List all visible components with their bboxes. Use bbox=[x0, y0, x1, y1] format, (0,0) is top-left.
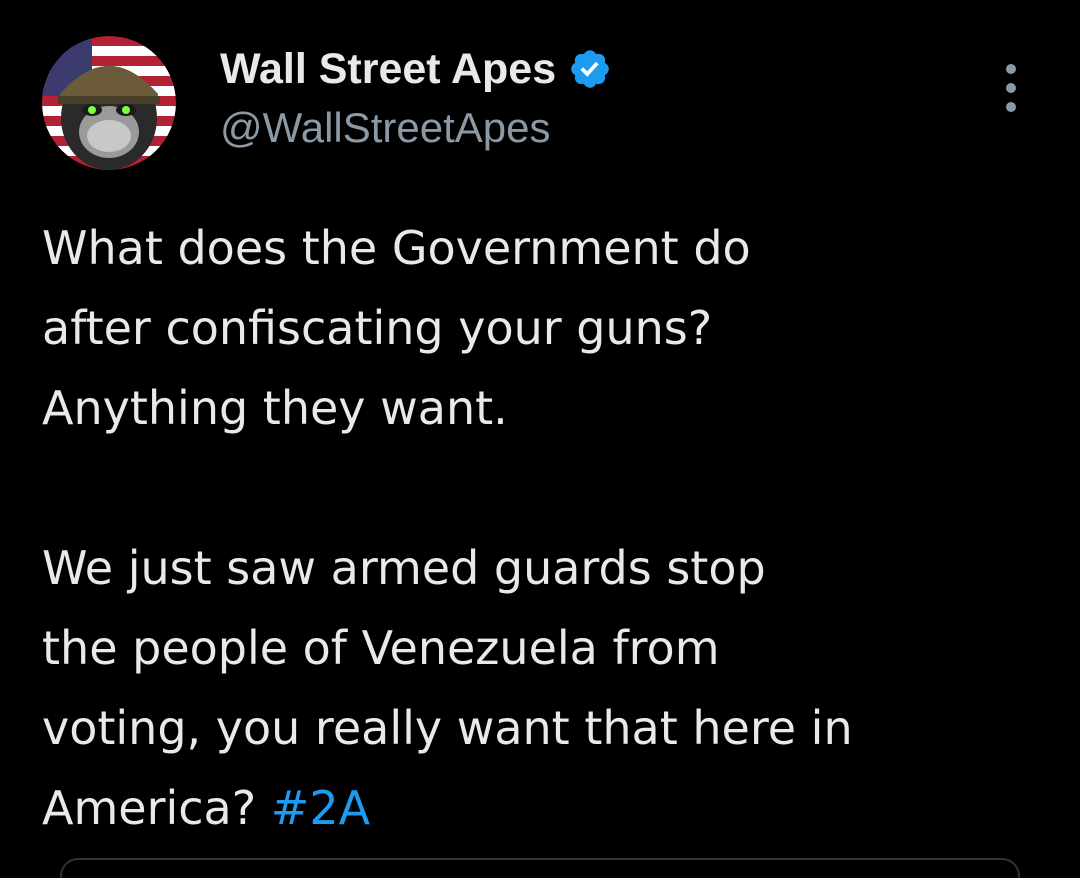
tweet-line: What does the Government do bbox=[42, 221, 751, 275]
more-dot bbox=[1006, 64, 1016, 74]
tweet-last-line: America? #2A bbox=[42, 768, 1052, 848]
tweet-text: What does the Government do after confis… bbox=[42, 208, 1052, 848]
more-options-icon[interactable] bbox=[996, 64, 1026, 112]
more-dot bbox=[1006, 83, 1016, 93]
hashtag-link[interactable]: #2A bbox=[271, 781, 370, 835]
user-handle[interactable]: @WallStreetApes bbox=[220, 104, 551, 152]
tweet-line: voting, you really want that here in bbox=[42, 701, 853, 755]
more-dot bbox=[1006, 102, 1016, 112]
avatar-image bbox=[42, 36, 176, 170]
display-name[interactable]: Wall Street Apes bbox=[220, 45, 556, 94]
verified-badge-icon bbox=[568, 47, 612, 91]
display-name-row[interactable]: Wall Street Apes bbox=[220, 44, 612, 94]
tweet-line: We just saw armed guards stop bbox=[42, 541, 766, 595]
tweet-line: America? bbox=[42, 781, 257, 835]
avatar[interactable] bbox=[42, 36, 176, 170]
tweet-line: the people of Venezuela from bbox=[42, 621, 720, 675]
tweet-card[interactable]: Wall Street Apes @WallStreetApes What do… bbox=[0, 0, 1080, 878]
tweet-line-gap bbox=[42, 448, 1052, 528]
tweet-line: after confiscating your guns? bbox=[42, 301, 713, 355]
embedded-card-edge bbox=[60, 858, 1020, 878]
tweet-line: Anything they want. bbox=[42, 381, 508, 435]
